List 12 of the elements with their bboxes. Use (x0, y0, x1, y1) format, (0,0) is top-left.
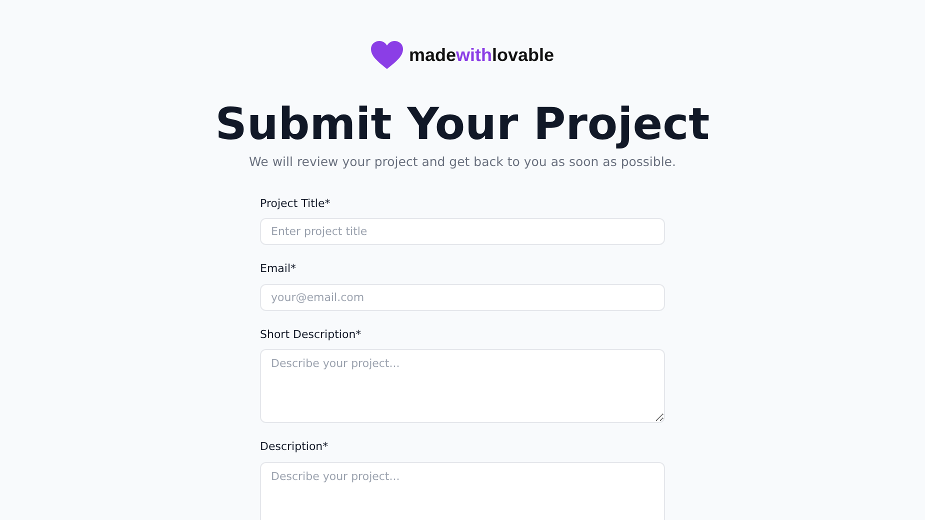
logo-text: madewithlovable (408, 44, 554, 66)
field-label: Project Title* (260, 196, 332, 212)
heart-icon (370, 41, 403, 69)
field-label: Short Description* (260, 326, 362, 343)
input-field[interactable]: Enter project title (260, 218, 665, 246)
page-title: Submit Your Project (215, 99, 710, 151)
text-area[interactable]: Describe your project... (260, 349, 665, 424)
input-field[interactable]: your@email.com (260, 284, 665, 311)
page-subtitle: We will review your project and get back to you as soon as possible. (249, 153, 676, 171)
field-label: Email* (260, 261, 298, 278)
field-label: Description* (260, 439, 330, 456)
text-area[interactable]: Describe your project... (260, 462, 665, 520)
